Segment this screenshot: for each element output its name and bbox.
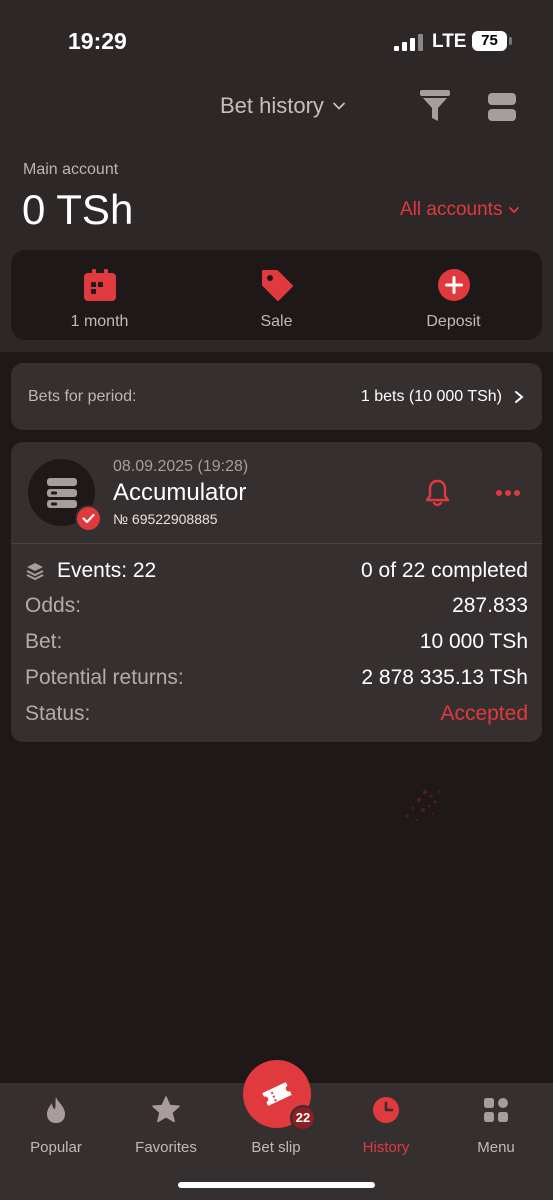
chevron-down-icon xyxy=(333,102,345,110)
clock-icon xyxy=(373,1097,399,1123)
period-value: 1 bets (10 000 TSh) xyxy=(360,387,502,405)
odds-label: Odds: xyxy=(25,594,82,617)
all-accounts-button[interactable]: All accounts xyxy=(400,199,520,221)
returns-row: Potential returns: 2 878 335.13 TSh xyxy=(25,666,528,690)
stake-row: Bet: 10 000 TSh xyxy=(25,630,528,654)
bet-number: № 69522908885 xyxy=(113,511,218,527)
odds-row: Odds: 287.833 xyxy=(25,594,528,618)
nav-history[interactable]: History xyxy=(331,1083,441,1156)
bell-icon[interactable] xyxy=(424,478,451,508)
events-label-group: Events: 22 xyxy=(25,559,156,583)
nav-bet-slip-label: Bet slip xyxy=(251,1139,301,1156)
deposit-button[interactable]: Deposit xyxy=(365,250,542,340)
period-label: Bets for period: xyxy=(28,387,137,405)
accumulator-icon xyxy=(47,478,77,508)
odds-value: 287.833 xyxy=(452,594,528,617)
nav-history-label: History xyxy=(362,1139,410,1156)
deposit-label: Deposit xyxy=(426,313,481,330)
chevron-right-icon xyxy=(515,390,524,403)
calendar-icon xyxy=(83,269,116,301)
nav-favorites[interactable]: Favorites xyxy=(111,1083,221,1156)
accepted-check-icon xyxy=(75,505,102,532)
filter-icon[interactable] xyxy=(419,89,451,123)
signal-icon xyxy=(394,34,423,51)
page-title-dropdown[interactable]: Bet history xyxy=(220,93,346,119)
events-label: Events: 22 xyxy=(57,559,157,582)
status-time: 19:29 xyxy=(68,28,127,54)
layers-icon xyxy=(26,563,44,581)
network-label: LTE xyxy=(432,31,467,52)
period-filter-label: 1 month xyxy=(70,313,129,330)
sale-label: Sale xyxy=(260,313,293,330)
stake-value: 10 000 TSh xyxy=(419,630,528,653)
more-options-icon[interactable] xyxy=(495,489,521,497)
bet-type: Accumulator xyxy=(113,479,247,506)
nav-popular-label: Popular xyxy=(30,1139,82,1156)
nav-menu[interactable]: Menu xyxy=(441,1083,551,1156)
events-progress: 0 of 22 completed xyxy=(361,559,528,582)
status-value: Accepted xyxy=(440,702,528,725)
star-icon xyxy=(152,1096,180,1123)
battery-icon: 75 xyxy=(472,31,507,51)
account-label: Main account xyxy=(23,161,119,178)
returns-value: 2 878 335.13 TSh xyxy=(361,666,528,689)
action-bar: 1 month Sale Deposit xyxy=(11,250,542,340)
account-balance: 0 TSh xyxy=(22,186,134,233)
ticket-icon xyxy=(262,1082,292,1106)
events-row: Events: 22 0 of 22 completed xyxy=(25,559,528,583)
chevron-down-icon xyxy=(509,207,520,214)
screen-smudge xyxy=(405,790,441,825)
bet-slip-count-badge: 22 xyxy=(290,1105,316,1131)
period-summary: 1 bets (10 000 TSh) xyxy=(361,388,524,406)
home-indicator xyxy=(178,1182,375,1188)
nav-popular[interactable]: Popular xyxy=(1,1083,111,1156)
tag-icon xyxy=(261,270,293,301)
plus-circle-icon xyxy=(437,269,470,301)
view-toggle-icon[interactable] xyxy=(486,91,518,123)
status-row: Status: Accepted xyxy=(25,702,528,726)
battery-tip xyxy=(509,37,512,45)
bet-datetime: 08.09.2025 (19:28) xyxy=(113,458,249,475)
sale-button[interactable]: Sale xyxy=(188,250,365,340)
period-filter-button[interactable]: 1 month xyxy=(11,250,188,340)
nav-favorites-label: Favorites xyxy=(135,1139,197,1156)
grid-icon xyxy=(484,1098,508,1122)
bets-for-period-row[interactable]: Bets for period: 1 bets (10 000 TSh) xyxy=(11,363,542,430)
card-divider xyxy=(11,543,542,544)
stake-label: Bet: xyxy=(25,630,63,653)
bet-card[interactable]: 08.09.2025 (19:28) Accumulator № 6952290… xyxy=(11,442,542,742)
all-accounts-label: All accounts xyxy=(400,199,503,220)
status-label: Status: xyxy=(25,702,91,725)
returns-label: Potential returns: xyxy=(25,666,184,689)
flame-icon xyxy=(47,1097,65,1123)
page-title: Bet history xyxy=(220,93,324,118)
nav-menu-label: Menu xyxy=(477,1139,515,1156)
